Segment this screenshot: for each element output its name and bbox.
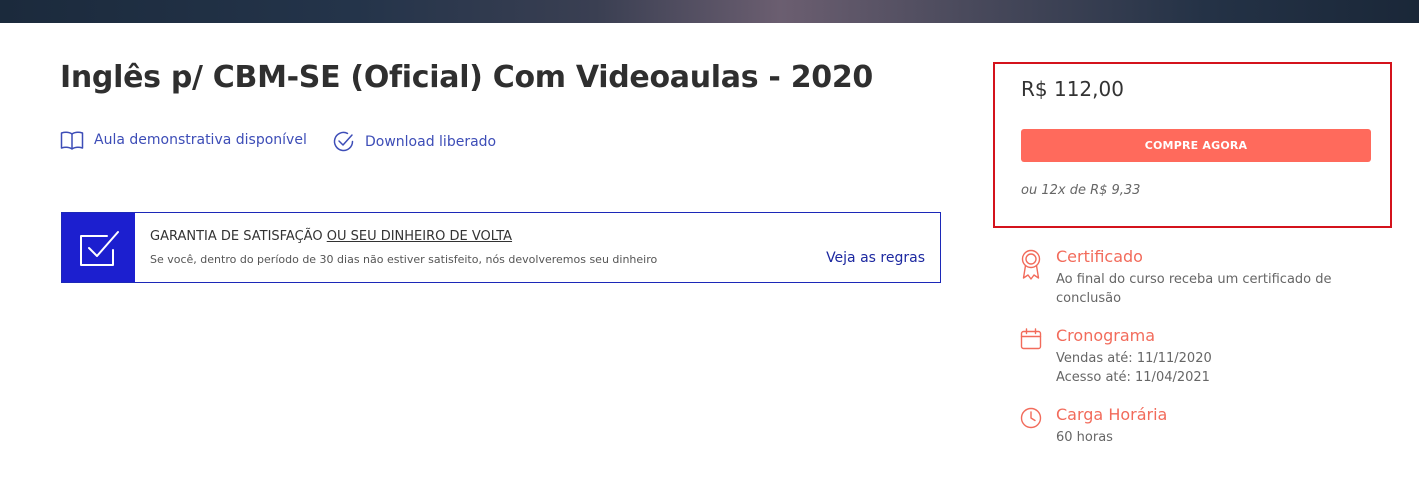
- satisfaction-guarantee-banner: GARANTIA DE SATISFAÇÃO OU SEU DINHEIRO D…: [61, 212, 941, 283]
- certificate-line: conclusão: [1056, 291, 1122, 306]
- certificate-line: Ao final do curso receba um certificado …: [1056, 272, 1332, 287]
- guarantee-title-main: GARANTIA DE SATISFAÇÃO: [150, 229, 323, 244]
- price: R$ 112,00: [1021, 77, 1124, 101]
- buy-now-button[interactable]: COMPRE AGORA: [1021, 129, 1371, 162]
- checkbox-icon: [62, 213, 135, 282]
- course-title: Inglês p/ CBM-SE (Oficial) Com Videoaula…: [60, 60, 873, 95]
- info-workload: Carga Horária 60 horas: [1020, 405, 1167, 447]
- info-schedule: Cronograma Vendas até: 11/11/2020 Acesso…: [1020, 326, 1212, 387]
- clock-icon: [1020, 407, 1044, 447]
- workload-hours: 60 horas: [1056, 430, 1113, 445]
- guarantee-description: Se você, dentro do período de 30 dias nã…: [150, 253, 658, 266]
- installments-text: ou 12x de R$ 9,33: [1021, 183, 1141, 198]
- calendar-icon: [1020, 328, 1044, 387]
- hero-banner-strip: [0, 0, 1419, 23]
- download-link[interactable]: Download liberado: [332, 130, 496, 153]
- workload-title: Carga Horária: [1056, 405, 1168, 424]
- info-certificate: Certificado Ao final do curso receba um …: [1020, 247, 1332, 308]
- demo-lesson-label: Aula demonstrativa disponível: [94, 132, 307, 148]
- check-circle-icon: [332, 130, 355, 153]
- ribbon-award-icon: [1020, 249, 1044, 308]
- sales-until: Vendas até: 11/11/2020: [1056, 351, 1212, 366]
- certificate-title: Certificado: [1056, 247, 1143, 266]
- view-rules-link[interactable]: Veja as regras: [826, 250, 925, 266]
- guarantee-title-underlined: OU SEU DINHEIRO DE VOLTA: [326, 229, 513, 244]
- access-until: Acesso até: 11/04/2021: [1056, 370, 1210, 385]
- download-label: Download liberado: [365, 133, 497, 150]
- open-book-icon: [60, 130, 84, 150]
- schedule-title: Cronograma: [1056, 326, 1156, 345]
- demo-lesson-link[interactable]: Aula demonstrativa disponível: [60, 130, 307, 150]
- purchase-box: R$ 112,00 COMPRE AGORA ou 12x de R$ 9,33: [993, 62, 1392, 228]
- guarantee-title: GARANTIA DE SATISFAÇÃO OU SEU DINHEIRO D…: [150, 229, 940, 244]
